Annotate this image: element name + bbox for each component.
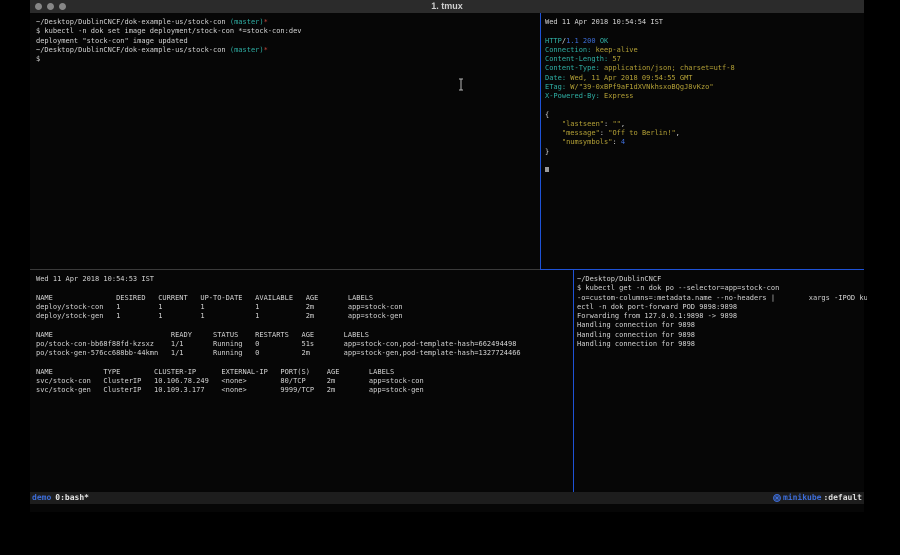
terminal-line: { — [545, 111, 868, 120]
terminal-line: HTTP/1.1 200 OK — [545, 37, 868, 46]
terminal-line: Content-Type: application/json; charset=… — [545, 64, 868, 73]
terminal-line: deploy/stock-con 1 1 1 1 2m app=stock-co… — [36, 303, 579, 312]
status-right: minikube:default — [773, 492, 862, 504]
pane-port-forward[interactable]: ~/Desktop/DublinCNCF$ kubectl get -n dok… — [574, 270, 867, 497]
terminal-line: svc/stock-gen ClusterIP 10.109.3.177 <no… — [36, 386, 579, 395]
terminal-line: -o=custom-columns=:metadata.name --no-he… — [577, 294, 867, 303]
kubernetes-helm-icon — [773, 494, 781, 502]
terminal-line: $ — [36, 55, 546, 64]
terminal-line: $ kubectl -n dok set image deployment/st… — [36, 27, 546, 36]
terminal-line — [545, 166, 868, 175]
window-titlebar[interactable]: 1. tmux — [30, 0, 864, 13]
terminal-line: deploy/stock-gen 1 1 1 1 2m app=stock-ge… — [36, 312, 579, 321]
terminal-line: Content-Length: 57 — [545, 55, 868, 64]
terminal-line: Handling connection for 9898 — [577, 321, 867, 330]
kube-context: minikube — [783, 492, 822, 504]
close-button[interactable] — [35, 3, 42, 10]
terminal-line: ectl -n dok port-forward POD 9898:9898 — [577, 303, 867, 312]
terminal-line: po/stock-gen-576cc688bb-44kmn 1/1 Runnin… — [36, 349, 579, 358]
kube-namespace: :default — [823, 492, 862, 504]
terminal-line: "numsymbols": 4 — [545, 138, 868, 147]
terminal-line: NAME TYPE CLUSTER-IP EXTERNAL-IP PORT(S)… — [36, 368, 579, 377]
terminal-line: ETag: W/"39-0xBPf9aF1dXVNkhsxoBQgJ8vKzo" — [545, 83, 868, 92]
mouse-ibeam-cursor — [458, 76, 464, 89]
traffic-lights — [35, 3, 66, 10]
terminal-line: Date: Wed, 11 Apr 2018 09:54:55 GMT — [545, 74, 868, 83]
terminal-line: Forwarding from 127.0.0.1:9898 -> 9898 — [577, 312, 867, 321]
terminal-line: $ kubectl get -n dok po --selector=app=s… — [577, 284, 867, 293]
zoom-button[interactable] — [59, 3, 66, 10]
terminal-line: NAME DESIRED CURRENT UP-TO-DATE AVAILABL… — [36, 294, 579, 303]
tmux-status-bar: demo 0:bash* minikube:default — [30, 492, 864, 504]
terminal-line: deployment "stock-con" image updated — [36, 37, 546, 46]
terminal-line: ~/Desktop/DublinCNCF/dok-example-us/stoc… — [36, 18, 546, 27]
terminal-line: ~/Desktop/DublinCNCF/dok-example-us/stoc… — [36, 46, 546, 55]
terminal-line: po/stock-con-bb68f88fd-kzsxz 1/1 Running… — [36, 340, 579, 349]
terminal-line: Handling connection for 9898 — [577, 331, 867, 340]
terminal-line: NAME READY STATUS RESTARTS AGE LABELS — [36, 331, 579, 340]
terminal-line: Handling connection for 9898 — [577, 340, 867, 349]
terminal-line — [545, 157, 868, 166]
terminal-line: Connection: keep-alive — [545, 46, 868, 55]
terminal-line: "message": "Off to Berlin!", — [545, 129, 868, 138]
pane-http-response[interactable]: Wed 11 Apr 2018 10:54:54 IST HTTP/1.1 20… — [541, 13, 868, 274]
terminal-line: Wed 11 Apr 2018 10:54:53 IST — [36, 275, 579, 284]
terminal-line — [36, 284, 579, 293]
terminal-line: svc/stock-con ClusterIP 10.106.78.249 <n… — [36, 377, 579, 386]
pane-kubectl-resources[interactable]: Wed 11 Apr 2018 10:54:53 IST NAME DESIRE… — [30, 270, 579, 497]
terminal-window: 1. tmux ~/Desktop/DublinCNCF/dok-example… — [30, 0, 864, 512]
terminal-line — [545, 101, 868, 110]
session-name: demo — [32, 493, 51, 502]
terminal-line — [545, 27, 868, 36]
terminal-line — [36, 358, 579, 367]
screenshot-root: 1. tmux ~/Desktop/DublinCNCF/dok-example… — [0, 0, 900, 555]
pane-shell-set-image[interactable]: ~/Desktop/DublinCNCF/dok-example-us/stoc… — [30, 13, 546, 274]
terminal-line: Wed 11 Apr 2018 10:54:54 IST — [545, 18, 868, 27]
window-tab-bash[interactable]: 0:bash* — [55, 493, 89, 502]
terminal-line: ~/Desktop/DublinCNCF — [577, 275, 867, 284]
terminal-line: X-Powered-By: Express — [545, 92, 868, 101]
window-title: 1. tmux — [30, 1, 864, 11]
minimize-button[interactable] — [47, 3, 54, 10]
terminal-line: } — [545, 148, 868, 157]
terminal-line — [36, 321, 579, 330]
terminal-cursor — [545, 167, 549, 172]
terminal-line: "lastseen": "", — [545, 120, 868, 129]
